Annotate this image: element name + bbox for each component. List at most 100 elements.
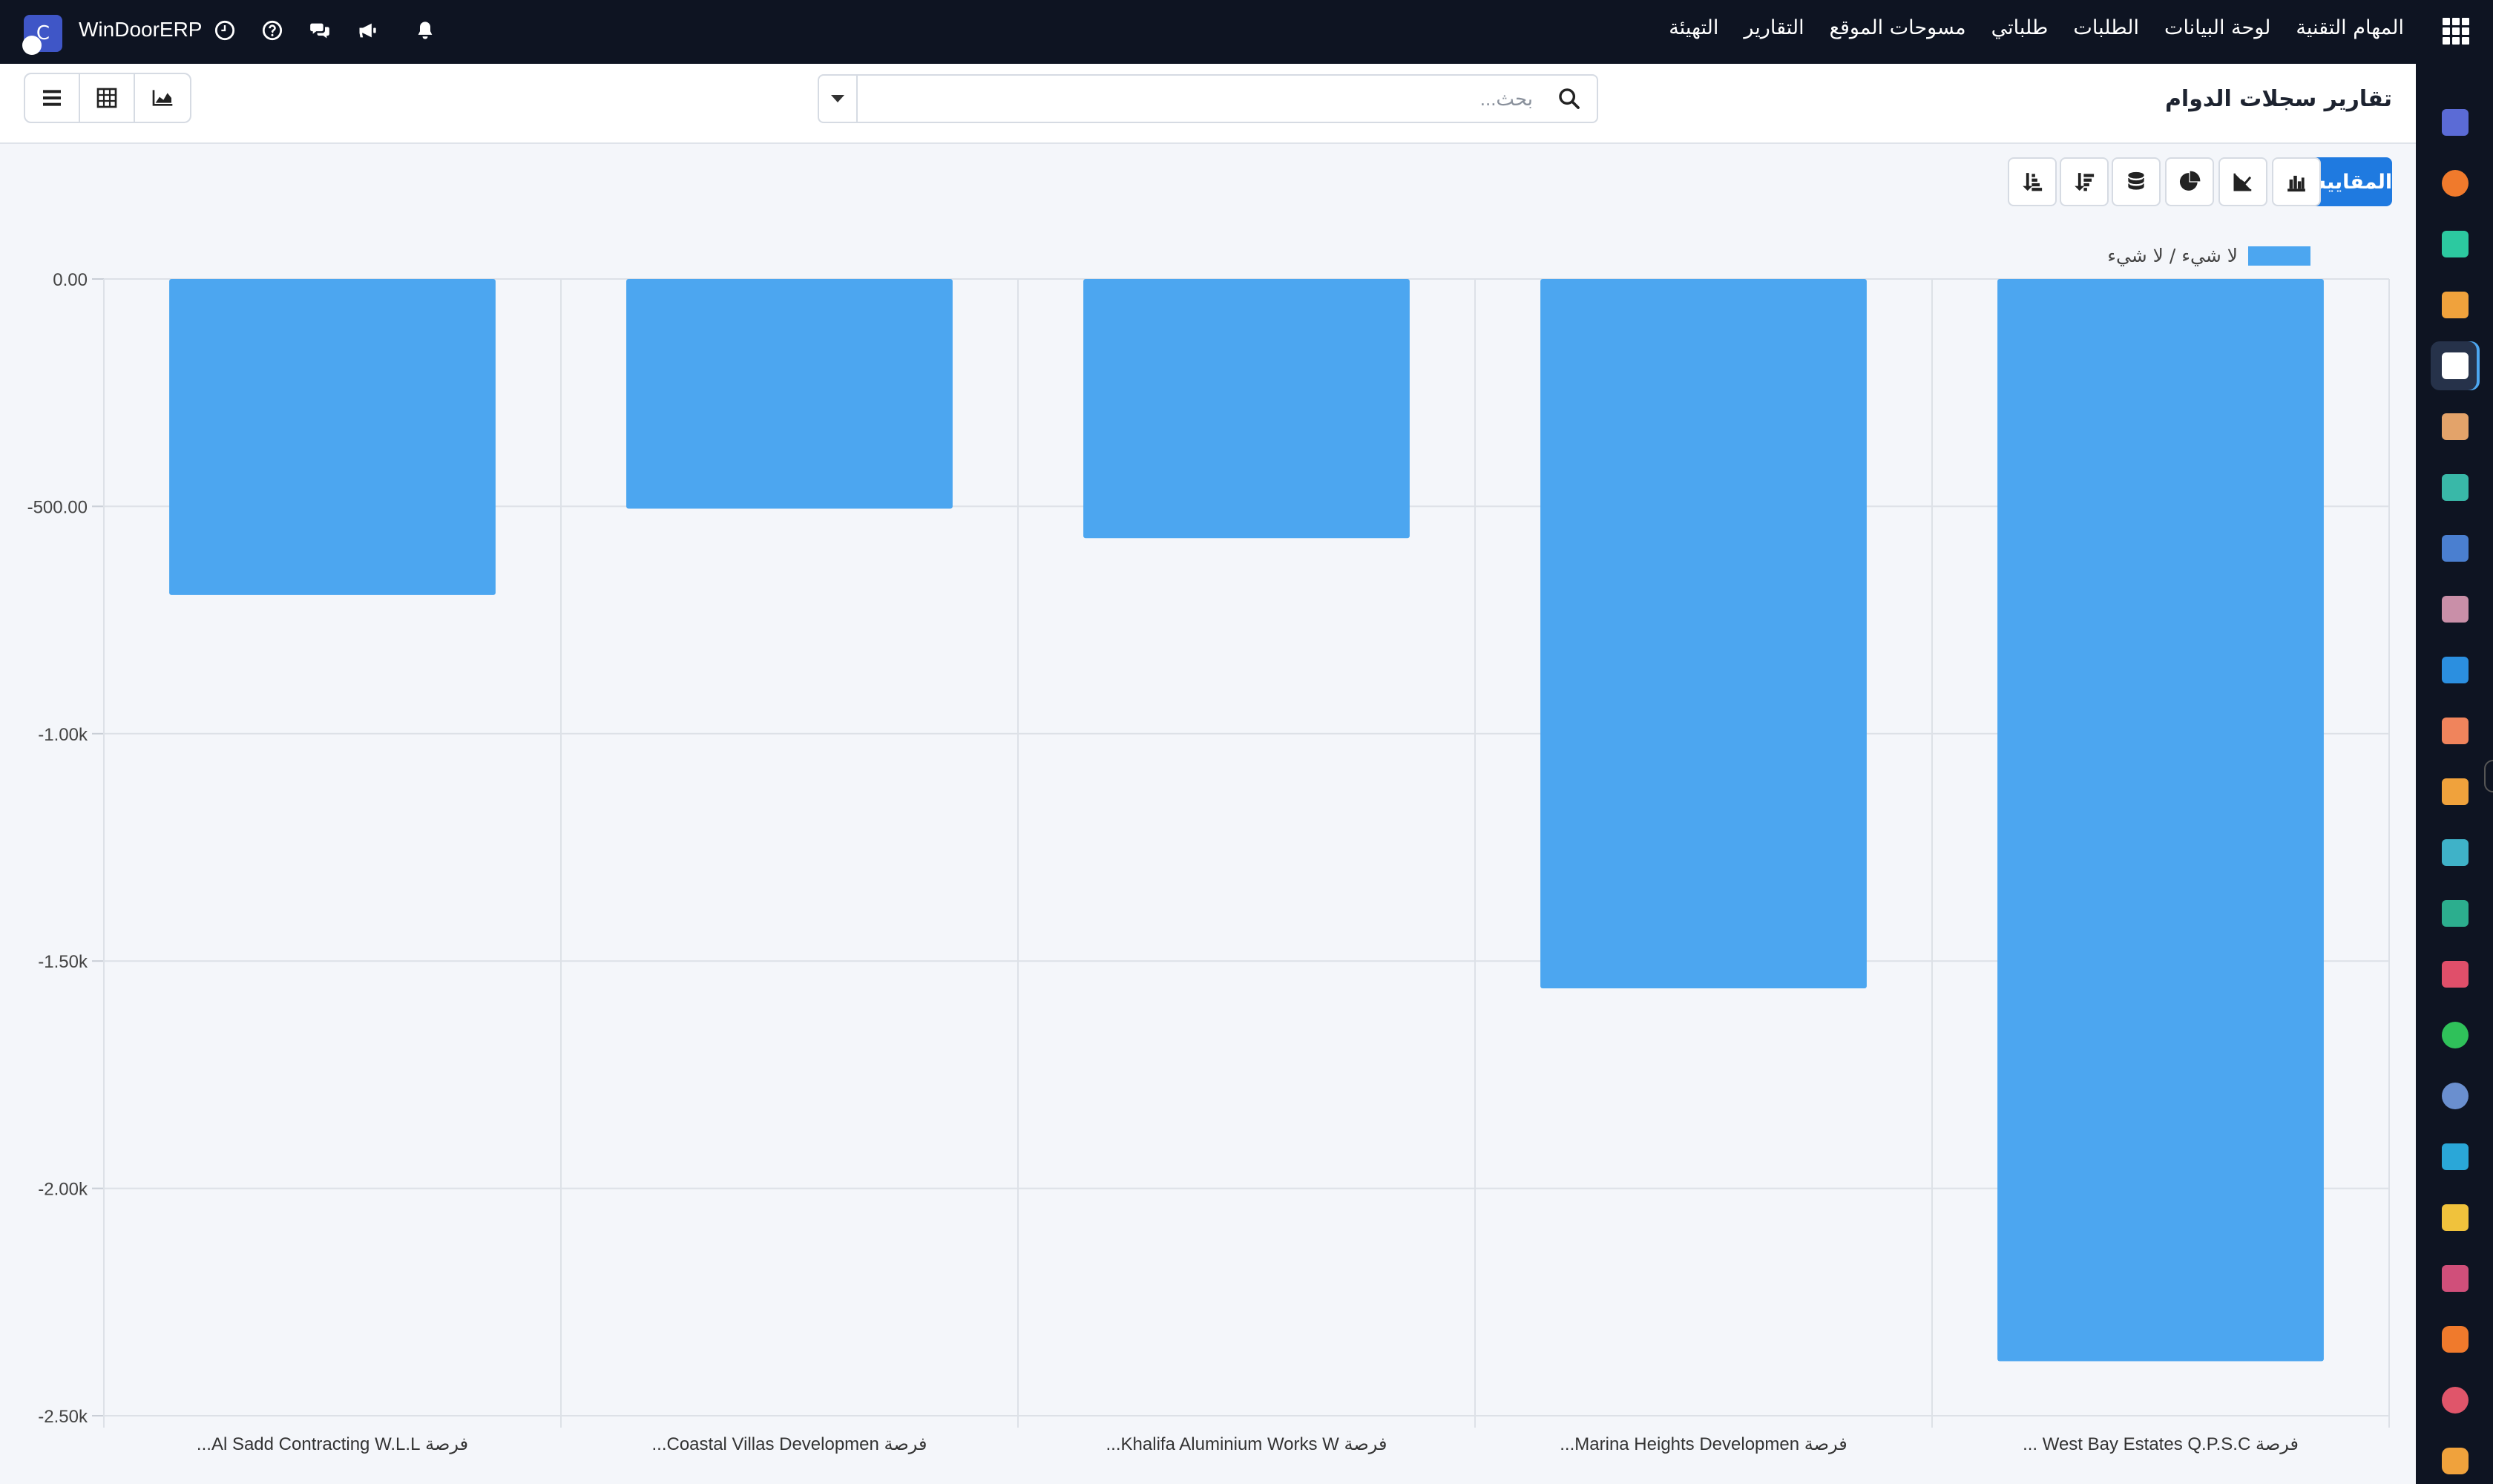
help-icon[interactable] bbox=[260, 18, 285, 43]
chart-bar[interactable] bbox=[1997, 279, 2324, 1362]
view-switcher bbox=[24, 73, 191, 123]
company-logo[interactable]: C bbox=[22, 15, 62, 55]
app-hexagon-icon bbox=[2442, 1448, 2469, 1474]
y-tick-label: 0.00 bbox=[53, 270, 88, 290]
bar-chart-button[interactable] bbox=[2272, 157, 2321, 206]
chart-bar[interactable] bbox=[626, 279, 953, 509]
sidebar-app-package[interactable] bbox=[2431, 585, 2480, 634]
sidebar-collapse-handle[interactable] bbox=[2484, 760, 2493, 792]
pie-chart-icon bbox=[2180, 171, 2201, 191]
app-compass-icon bbox=[2442, 1083, 2469, 1109]
app-pie-icon bbox=[2442, 1387, 2469, 1414]
sidebar-app-bars[interactable] bbox=[2431, 280, 2480, 329]
app-m-icon bbox=[2442, 109, 2469, 136]
app-send-icon bbox=[2442, 1204, 2469, 1231]
clock-icon[interactable] bbox=[212, 18, 237, 43]
sidebar-app-sign[interactable] bbox=[2431, 828, 2480, 877]
y-tick-label: -2.50k bbox=[38, 1407, 88, 1427]
pivot-view-button[interactable] bbox=[80, 74, 135, 122]
control-panel: تقارير سجلات الدوام bbox=[0, 64, 2416, 144]
menu-item-my-orders[interactable]: طلباتي bbox=[1991, 16, 2049, 39]
app-bars-icon bbox=[2442, 292, 2469, 318]
bell-icon[interactable] bbox=[413, 18, 438, 43]
app-tasks-icon bbox=[2442, 474, 2469, 501]
sort-descending-button[interactable] bbox=[2060, 157, 2109, 206]
sidebar-app-box[interactable] bbox=[2431, 341, 2480, 390]
sort-descending-icon bbox=[2075, 173, 2095, 191]
sidebar-app-whatsapp[interactable] bbox=[2431, 1011, 2480, 1060]
chart-bar[interactable] bbox=[1083, 279, 1410, 539]
y-tick-label: -500.00 bbox=[27, 497, 88, 517]
chart-bar[interactable] bbox=[1540, 279, 1867, 988]
sidebar-app-check[interactable] bbox=[2431, 220, 2480, 269]
app-team-icon bbox=[2442, 718, 2469, 744]
chat-icon[interactable] bbox=[307, 18, 332, 43]
menu-item-technical-tasks[interactable]: المهام التقنية bbox=[2296, 16, 2404, 39]
x-tick-label: فرصة Al Sadd Contracting W.L.L... bbox=[197, 1434, 468, 1454]
stacked-button[interactable] bbox=[2112, 157, 2161, 206]
graph-container: 0.00 -500.00 -1.00k -1.50k -2.00k -2.50k فرصة … bbox=[0, 223, 2416, 1484]
sidebar-app-calendar[interactable] bbox=[2431, 767, 2480, 816]
sidebar-app-m[interactable] bbox=[2431, 98, 2480, 147]
sidebar-app-wave[interactable] bbox=[2431, 1132, 2480, 1181]
list-view-button[interactable] bbox=[25, 74, 80, 122]
line-chart-button[interactable] bbox=[2218, 157, 2267, 206]
pie-chart-button[interactable] bbox=[2165, 157, 2214, 206]
sort-ascending-button[interactable] bbox=[2008, 157, 2057, 206]
brand-name[interactable]: WinDoorERP bbox=[79, 18, 202, 42]
sidebar-app-tasks[interactable] bbox=[2431, 463, 2480, 512]
app-chat-icon bbox=[2442, 170, 2469, 197]
app-wave-icon bbox=[2442, 1143, 2469, 1170]
app-hex-icon bbox=[2442, 1326, 2469, 1353]
menu-item-dashboard[interactable]: لوحة البيانات bbox=[2164, 16, 2270, 39]
sidebar-app-hex[interactable] bbox=[2431, 1315, 2480, 1364]
top-navbar: C WinDoorERP المهام التقنية لوحة البيانا… bbox=[0, 0, 2493, 64]
y-tick-label: -1.50k bbox=[38, 952, 88, 972]
x-tick-label: فرصة Khalifa Aluminium Works W... bbox=[1106, 1434, 1387, 1454]
line-chart-icon bbox=[2233, 173, 2252, 191]
app-calendar-icon bbox=[2442, 778, 2469, 805]
sidebar-app-chat[interactable] bbox=[2431, 159, 2480, 208]
search-options-toggle[interactable] bbox=[819, 76, 858, 122]
menu-item-configuration[interactable]: التهيئة bbox=[1669, 16, 1718, 39]
system-tray bbox=[212, 18, 438, 43]
graph-view-button[interactable] bbox=[135, 74, 190, 122]
area-chart-icon bbox=[152, 90, 173, 106]
app-invoice-icon bbox=[2442, 657, 2469, 683]
sidebar-app-employees[interactable] bbox=[2431, 889, 2480, 938]
app-employees-icon bbox=[2442, 900, 2469, 927]
app-package-icon bbox=[2442, 596, 2469, 623]
megaphone-icon[interactable] bbox=[355, 18, 380, 43]
chart-bar[interactable] bbox=[169, 279, 496, 595]
pivot-table-icon bbox=[96, 88, 117, 108]
company-logo-dot bbox=[22, 36, 42, 55]
chart-legend[interactable]: لا شيء / لا شيء bbox=[2107, 245, 2310, 266]
app-check-icon bbox=[2442, 231, 2469, 257]
sidebar-app-compass[interactable] bbox=[2431, 1071, 2480, 1120]
y-tick-label: -1.00k bbox=[38, 725, 88, 745]
menu-item-site-surveys[interactable]: مسوحات الموقع bbox=[1830, 16, 1966, 39]
sidebar-app-send[interactable] bbox=[2431, 1193, 2480, 1242]
bar-chart: 0.00 -500.00 -1.00k -1.50k -2.00k -2.50k فرصة … bbox=[27, 270, 2390, 1454]
x-tick-label: فرصة Marina Heights Developmen... bbox=[1560, 1434, 1847, 1454]
sidebar-app-invoice[interactable] bbox=[2431, 646, 2480, 695]
search-input[interactable] bbox=[865, 82, 1533, 116]
menu-item-reports[interactable]: التقارير bbox=[1744, 16, 1804, 39]
app-grid-icon[interactable] bbox=[2443, 18, 2469, 45]
sidebar-app-dashboard[interactable] bbox=[2431, 950, 2480, 999]
page-title: تقارير سجلات الدوام bbox=[2164, 86, 2392, 112]
app-layers-icon bbox=[2442, 1265, 2469, 1292]
sidebar-app-book[interactable] bbox=[2431, 524, 2480, 573]
x-tick-label: فرصة Coastal Villas Developmen... bbox=[651, 1434, 927, 1454]
app-box-icon bbox=[2442, 352, 2469, 379]
app-book-icon bbox=[2442, 535, 2469, 562]
sidebar-app-pie[interactable] bbox=[2431, 1376, 2480, 1425]
menu-item-orders[interactable]: الطلبات bbox=[2073, 16, 2139, 39]
sidebar-app-hexagon[interactable] bbox=[2431, 1437, 2480, 1484]
sidebar-app-team[interactable] bbox=[2431, 706, 2480, 755]
database-stack-icon bbox=[2128, 171, 2144, 190]
bar-chart-icon bbox=[2287, 175, 2305, 192]
sidebar-app-contacts[interactable] bbox=[2431, 402, 2480, 451]
list-view-icon bbox=[43, 90, 61, 106]
sidebar-app-layers[interactable] bbox=[2431, 1254, 2480, 1303]
